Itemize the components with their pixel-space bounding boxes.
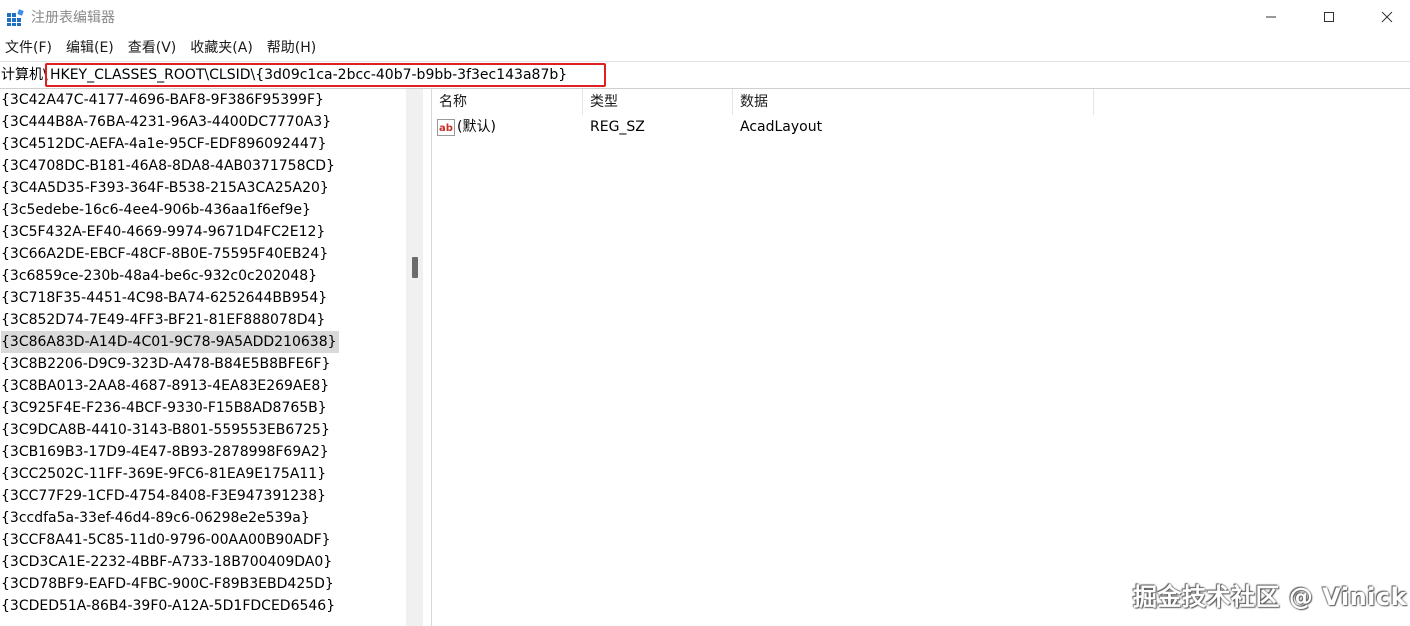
registry-editor-icon bbox=[7, 9, 24, 26]
tree-item[interactable]: {3c6859ce-230b-48a4-be6c-932c0c202048} bbox=[0, 265, 406, 287]
tree-item[interactable]: {3CDED51A-86B4-39F0-A12A-5D1FDCED6546} bbox=[0, 595, 406, 617]
column-header-data[interactable]: 数据 bbox=[733, 89, 1094, 115]
menu-help[interactable]: 帮助(H) bbox=[262, 36, 325, 60]
value-type: REG_SZ bbox=[590, 119, 645, 135]
pane-splitter[interactable] bbox=[423, 89, 432, 626]
tree-item[interactable]: {3C4A5D35-F393-364F-B538-215A3CA25A20} bbox=[0, 177, 406, 199]
list-header: 名称 类型 数据 bbox=[432, 89, 1094, 115]
close-icon bbox=[1381, 11, 1393, 23]
minimize-button[interactable] bbox=[1248, 0, 1294, 34]
value-data: AcadLayout bbox=[740, 119, 823, 135]
maximize-icon bbox=[1324, 12, 1334, 22]
tree-item[interactable]: {3C852D74-7E49-4FF3-BF21-81EF888078D4} bbox=[0, 309, 406, 331]
tree-item[interactable]: {3C42A47C-4177-4696-BAF8-9F386F95399F} bbox=[0, 89, 406, 111]
string-value-icon: ab bbox=[437, 118, 455, 136]
tree-item[interactable]: {3C4512DC-AEFA-4a1e-95CF-EDF896092447} bbox=[0, 133, 406, 155]
address-path[interactable]: HKEY_CLASSES_ROOT\CLSID\{3d09c1ca-2bcc-4… bbox=[50, 65, 567, 85]
column-header-type[interactable]: 类型 bbox=[583, 89, 733, 115]
tree-item[interactable]: {3c5edebe-16c6-4ee4-906b-436aa1f6ef9e} bbox=[0, 199, 406, 221]
address-prefix: 计算机\ bbox=[1, 67, 48, 83]
tree-item[interactable]: {3C444B8A-76BA-4231-96A3-4400DC7770A3} bbox=[0, 111, 406, 133]
tree-item[interactable]: {3ccdfa5a-33ef-46d4-89c6-06298e2e539a} bbox=[0, 507, 406, 529]
tree-item-selected[interactable]: {3C86A83D-A14D-4C01-9C78-9A5ADD210638} bbox=[0, 331, 406, 353]
key-tree[interactable]: {3C42A47C-4177-4696-BAF8-9F386F95399F} {… bbox=[0, 89, 406, 626]
tree-item[interactable]: {3CC77F29-1CFD-4754-8408-F3E947391238} bbox=[0, 485, 406, 507]
svg-text:ab: ab bbox=[439, 123, 453, 134]
tree-item[interactable]: {3CC2502C-11FF-369E-9FC6-81EA9E175A11} bbox=[0, 463, 406, 485]
tree-item[interactable]: {3C8BA013-2AA8-4687-8913-4EA83E269AE8} bbox=[0, 375, 406, 397]
value-name: (默认) bbox=[457, 119, 496, 135]
maximize-button[interactable] bbox=[1306, 0, 1352, 34]
menu-file[interactable]: 文件(F) bbox=[0, 36, 61, 60]
close-button[interactable] bbox=[1364, 0, 1410, 34]
menu-edit[interactable]: 编辑(E) bbox=[61, 36, 123, 60]
tree-scrollbar-thumb[interactable] bbox=[412, 257, 418, 278]
values-list[interactable]: 名称 类型 数据 ab (默认) REG_SZ AcadLayout bbox=[432, 89, 1410, 626]
tree-item[interactable]: {3C925F4E-F236-4BCF-9330-F15B8AD8765B} bbox=[0, 397, 406, 419]
address-bar[interactable]: 计算机\ HKEY_CLASSES_ROOT\CLSID\{3d09c1ca-2… bbox=[0, 61, 1410, 89]
tree-item[interactable]: {3CD78BF9-EAFD-4FBC-900C-F89B3EBD425D} bbox=[0, 573, 406, 595]
tree-item[interactable]: {3CCF8A41-5C85-11d0-9796-00AA00B90ADF} bbox=[0, 529, 406, 551]
tree-item[interactable]: {3C9DCA8B-4410-3143-B801-559553EB6725} bbox=[0, 419, 406, 441]
tree-item[interactable]: {3C8B2206-D9C9-323D-A478-B84E5B8BFE6F} bbox=[0, 353, 406, 375]
tree-scrollbar[interactable] bbox=[406, 89, 423, 626]
menu-favorites[interactable]: 收藏夹(A) bbox=[185, 36, 262, 60]
watermark: 掘金技术社区 @ Vinick bbox=[1133, 583, 1408, 611]
tree-item[interactable]: {3CB169B3-17D9-4E47-8B93-2878998F69A2} bbox=[0, 441, 406, 463]
tree-item[interactable]: {3C4708DC-B181-46A8-8DA8-4AB0371758CD} bbox=[0, 155, 406, 177]
value-row[interactable]: ab (默认) REG_SZ AcadLayout bbox=[432, 116, 1094, 138]
tree-item[interactable]: {3C66A2DE-EBCF-48CF-8B0E-75595F40EB24} bbox=[0, 243, 406, 265]
value-name-cell: ab (默认) bbox=[437, 116, 496, 138]
menu-bar: 文件(F) 编辑(E) 查看(V) 收藏夹(A) 帮助(H) bbox=[0, 36, 1410, 60]
tree-item[interactable]: {3C718F35-4451-4C98-BA74-6252644BB954} bbox=[0, 287, 406, 309]
column-header-name[interactable]: 名称 bbox=[432, 89, 583, 115]
window-title: 注册表编辑器 bbox=[31, 10, 115, 26]
minimize-icon bbox=[1266, 16, 1276, 18]
tree-item[interactable]: {3C5F432A-EF40-4669-9974-9671D4FC2E12} bbox=[0, 221, 406, 243]
menu-view[interactable]: 查看(V) bbox=[123, 36, 186, 60]
tree-item[interactable]: {3CD3CA1E-2232-4BBF-A733-18B700409DA0} bbox=[0, 551, 406, 573]
title-bar: 注册表编辑器 bbox=[0, 0, 1410, 36]
